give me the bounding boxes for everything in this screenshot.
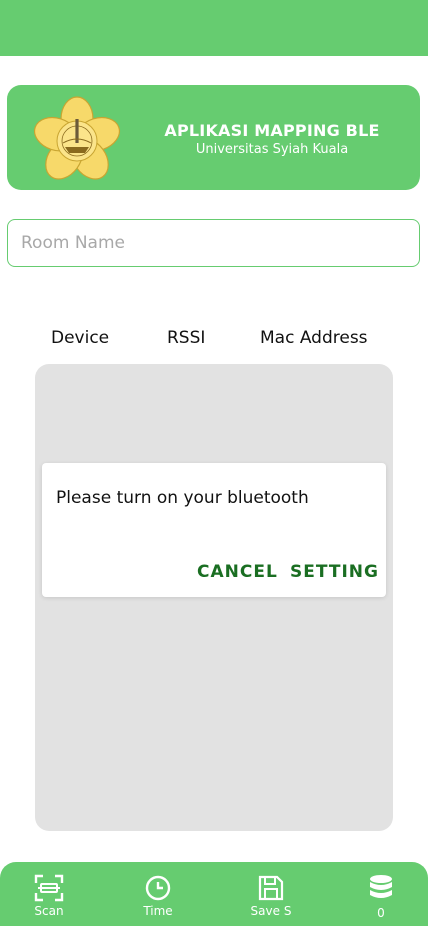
nav-database[interactable]: 0	[341, 874, 421, 920]
dialog-message: Please turn on your bluetooth	[56, 488, 309, 508]
top-app-bar	[0, 0, 428, 56]
nav-time[interactable]: Time	[118, 874, 198, 918]
clock-icon	[145, 875, 171, 901]
app-title: APLIKASI MAPPING BLE	[164, 121, 380, 140]
nav-time-label: Time	[143, 904, 173, 918]
nav-save[interactable]: Save S	[231, 874, 311, 918]
device-list-panel[interactable]	[35, 364, 393, 831]
bluetooth-dialog: Please turn on your bluetooth CANCEL SET…	[42, 463, 386, 597]
column-header-rssi: RSSI	[167, 328, 206, 348]
room-name-input[interactable]	[7, 219, 420, 267]
database-icon	[370, 875, 392, 898]
university-logo-icon	[33, 96, 121, 180]
nav-scan-label: Scan	[34, 904, 64, 918]
nav-save-label: Save S	[250, 904, 292, 918]
column-header-device: Device	[51, 328, 110, 348]
header-banner: APLIKASI MAPPING BLE Universitas Syiah K…	[7, 85, 420, 190]
bottom-navigation: Scan Time Save S 0	[0, 862, 428, 926]
nav-count-label: 0	[377, 906, 385, 920]
header-text: APLIKASI MAPPING BLE Universitas Syiah K…	[157, 121, 387, 157]
save-icon	[258, 875, 284, 901]
cancel-button[interactable]: CANCEL	[197, 562, 278, 582]
university-name: Universitas Syiah Kuala	[195, 142, 349, 157]
column-header-mac-address: Mac Address	[260, 328, 368, 348]
scan-icon	[34, 874, 64, 902]
nav-scan[interactable]: Scan	[9, 874, 89, 918]
setting-button[interactable]: SETTING	[290, 562, 379, 582]
